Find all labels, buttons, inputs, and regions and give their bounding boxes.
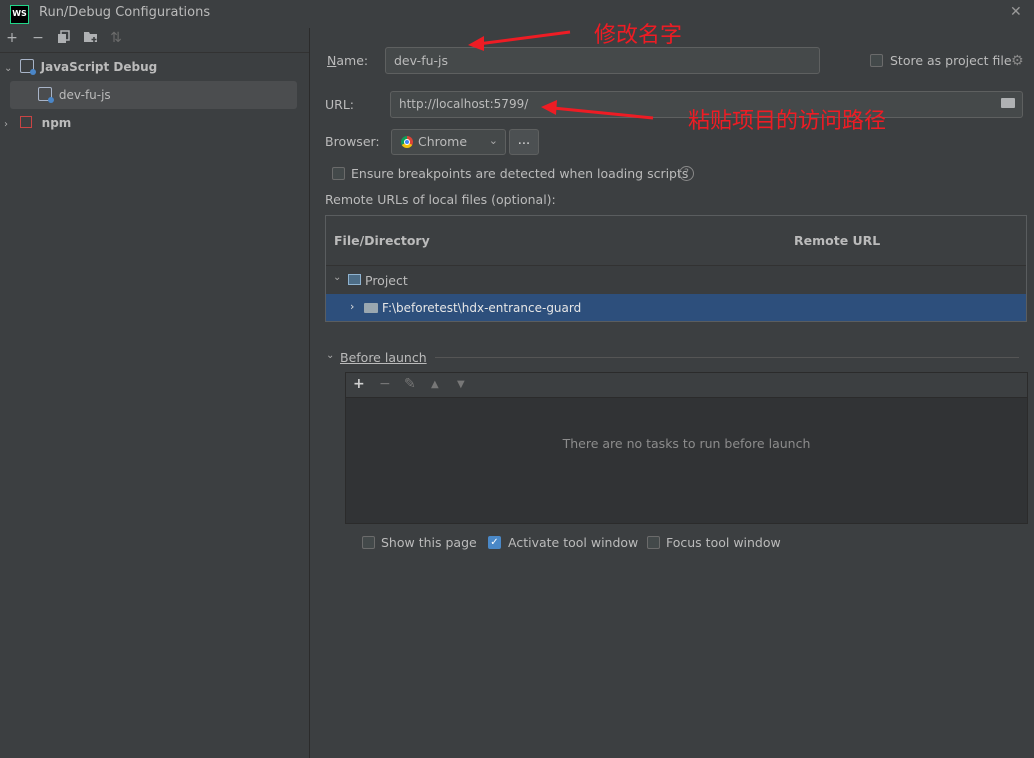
remove-task-icon[interactable]: − [379, 376, 391, 392]
sort-icon[interactable]: ⇅ [108, 30, 124, 46]
table-row-project[interactable] [326, 266, 1026, 294]
add-icon[interactable]: + [4, 30, 20, 46]
separator [435, 357, 1019, 358]
chevron-down-icon: ⌄ [488, 134, 498, 147]
name-label-mnemonic: N [327, 53, 337, 68]
annotation-arrowhead [468, 36, 484, 51]
webstorm-app-icon: WS [10, 5, 29, 24]
project-label: Project [365, 273, 408, 288]
annotation-arrow-name [468, 30, 571, 51]
show-page-checkbox[interactable] [362, 536, 375, 549]
chrome-icon [401, 136, 413, 148]
sidebar-toolbar [0, 28, 309, 53]
annotation-arrow-line [552, 106, 654, 120]
url-label: URL: [325, 97, 355, 112]
javascript-debug-icon [38, 87, 54, 103]
before-launch-toolbar [346, 373, 1027, 398]
browser-label: Browser: [325, 134, 380, 149]
npm-icon [19, 116, 32, 128]
browser-more-button[interactable]: ... [509, 129, 539, 155]
activate-tool-window-checkbox[interactable]: ✓ [488, 536, 501, 549]
annotation-arrowhead [541, 100, 557, 115]
folder-add-icon[interactable] [82, 30, 98, 46]
annotation-paste-url: 粘贴项目的访问路径 [688, 109, 887, 134]
before-launch-empty-text: There are no tasks to run before launch [562, 436, 811, 451]
name-input[interactable]: dev-fu-js [385, 47, 820, 74]
folder-icon [364, 303, 378, 313]
name-label-rest: ame: [336, 53, 369, 68]
before-launch-title[interactable]: Before launch [340, 350, 427, 365]
browse-folder-icon[interactable] [1001, 98, 1015, 108]
copy-icon[interactable] [56, 30, 72, 46]
configurations-sidebar [0, 28, 310, 758]
show-page-label: Show this page [381, 535, 477, 550]
browser-select-value: Chrome [418, 134, 468, 149]
annotation-arrow-url [541, 100, 654, 120]
remove-icon[interactable]: − [30, 30, 46, 46]
gear-icon[interactable]: ⚙ [1011, 53, 1024, 69]
directory-path: F:\beforetest\hdx-entrance-guard [382, 301, 582, 315]
move-down-icon[interactable]: ▼ [457, 379, 465, 390]
add-task-icon[interactable]: + [353, 376, 365, 392]
store-project-file-checkbox[interactable] [870, 54, 883, 67]
edit-task-icon[interactable]: ✎ [404, 376, 416, 392]
ensure-breakpoints-checkbox[interactable] [332, 167, 345, 180]
annotation-rename: 修改名字 [594, 23, 683, 48]
close-icon[interactable]: ✕ [1010, 4, 1022, 20]
javascript-debug-icon [19, 59, 36, 75]
chevron-down-icon[interactable]: ⌄ [326, 350, 334, 361]
column-file-directory[interactable]: File/Directory [334, 233, 430, 248]
activate-tool-window-label: Activate tool window [508, 535, 639, 550]
tree-item-javascript-debug[interactable]: ⌄ JavaScript Debug [4, 55, 157, 79]
column-remote-url[interactable]: Remote URL [794, 233, 880, 248]
move-up-icon[interactable]: ▲ [431, 379, 439, 390]
help-icon[interactable]: ? [679, 166, 694, 181]
ensure-breakpoints-label: Ensure breakpoints are detected when loa… [351, 166, 689, 181]
remote-urls-label: Remote URLs of local files (optional): [325, 192, 556, 207]
chevron-down-icon[interactable]: ⌄ [333, 272, 341, 283]
annotation-arrow-line [477, 30, 571, 46]
chevron-right-icon: › [4, 119, 8, 130]
chevron-down-icon: ⌄ [4, 63, 13, 74]
chevron-right-icon[interactable]: › [350, 300, 354, 313]
table-header [326, 216, 1026, 266]
name-label: Name: [327, 53, 368, 68]
tree-item-dev-fu-js-label[interactable]: dev-fu-js [38, 83, 111, 107]
focus-tool-window-checkbox[interactable] [647, 536, 660, 549]
project-icon [348, 274, 361, 285]
focus-tool-window-label: Focus tool window [666, 535, 781, 550]
window-title: Run/Debug Configurations [39, 5, 211, 20]
tree-item-npm[interactable]: › npm [4, 111, 71, 135]
store-project-file-label: Store as project file [890, 53, 1012, 68]
